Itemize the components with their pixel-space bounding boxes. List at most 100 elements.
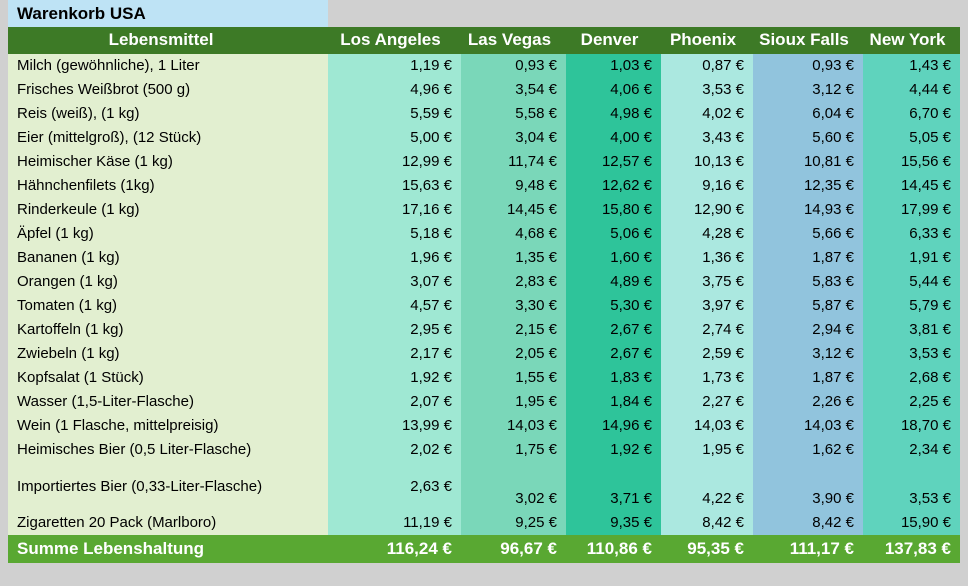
spreadsheet-area: Warenkorb USA Lebensmittel Los Angeles L… xyxy=(8,0,960,563)
price-cell-new-york: 1,91 € xyxy=(863,246,960,270)
price-cell-denver: 2,67 € xyxy=(566,318,661,342)
price-cell-denver: 4,89 € xyxy=(566,270,661,294)
summary-row: Summe Lebenshaltung 116,24 € 96,67 € 110… xyxy=(8,535,960,563)
price-cell-las-vegas: 3,54 € xyxy=(461,78,566,102)
price-cell-los-angeles: 3,07 € xyxy=(328,270,461,294)
price-cell-denver: 1,92 € xyxy=(566,438,661,462)
price-cell-los-angeles: 2,95 € xyxy=(328,318,461,342)
price-cell-new-york: 3,53 € xyxy=(863,342,960,366)
column-header-las-vegas[interactable]: Las Vegas xyxy=(461,27,566,54)
table-footer: Summe Lebenshaltung 116,24 € 96,67 € 110… xyxy=(8,535,960,563)
price-cell-new-york: 15,90 € xyxy=(863,511,960,535)
summary-total-los-angeles: 116,24 € xyxy=(328,535,461,563)
price-cell-new-york: 4,44 € xyxy=(863,78,960,102)
price-cell-phoenix: 2,74 € xyxy=(661,318,753,342)
price-cell-las-vegas: 14,45 € xyxy=(461,198,566,222)
price-cell-denver: 5,30 € xyxy=(566,294,661,318)
table-row: Heimisches Bier (0,5 Liter-Flasche) 2,02 … xyxy=(8,438,960,462)
price-cell-new-york: 2,34 € xyxy=(863,438,960,462)
item-name-cell: Zwiebeln (1 kg) xyxy=(8,342,328,366)
column-header-sioux-falls[interactable]: Sioux Falls xyxy=(753,27,863,54)
column-header-los-angeles[interactable]: Los Angeles xyxy=(328,27,461,54)
price-cell-los-angeles: 2,02 € xyxy=(328,438,461,462)
price-cell-denver: 3,71 € xyxy=(566,462,661,511)
price-cell-las-vegas: 14,03 € xyxy=(461,414,566,438)
item-name-cell: Zigaretten 20 Pack (Marlboro) xyxy=(8,511,328,535)
price-cell-las-vegas: 3,30 € xyxy=(461,294,566,318)
price-cell-sioux-falls: 3,12 € xyxy=(753,78,863,102)
price-cell-los-angeles: 12,99 € xyxy=(328,150,461,174)
item-name-cell: Eier (mittelgroß), (12 Stück) xyxy=(8,126,328,150)
item-name-cell: Rinderkeule (1 kg) xyxy=(8,198,328,222)
price-cell-phoenix: 0,87 € xyxy=(661,54,753,78)
price-cell-phoenix: 9,16 € xyxy=(661,174,753,198)
price-cell-new-york: 6,70 € xyxy=(863,102,960,126)
price-cell-sioux-falls: 2,26 € xyxy=(753,390,863,414)
item-name-cell: Kopfsalat (1 Stück) xyxy=(8,366,328,390)
price-cell-los-angeles: 13,99 € xyxy=(328,414,461,438)
price-cell-las-vegas: 11,74 € xyxy=(461,150,566,174)
table-body: Milch (gewöhnliche), 1 Liter 1,19 €0,93 €… xyxy=(8,54,960,535)
price-cell-phoenix: 10,13 € xyxy=(661,150,753,174)
price-cell-sioux-falls: 14,93 € xyxy=(753,198,863,222)
price-cell-los-angeles: 2,17 € xyxy=(328,342,461,366)
item-name-cell: Tomaten (1 kg) xyxy=(8,294,328,318)
price-cell-los-angeles: 17,16 € xyxy=(328,198,461,222)
price-cell-sioux-falls: 10,81 € xyxy=(753,150,863,174)
price-cell-las-vegas: 0,93 € xyxy=(461,54,566,78)
price-cell-sioux-falls: 8,42 € xyxy=(753,511,863,535)
price-cell-new-york: 2,25 € xyxy=(863,390,960,414)
price-cell-phoenix: 14,03 € xyxy=(661,414,753,438)
table-row: Kopfsalat (1 Stück) 1,92 €1,55 €1,83 €1,7… xyxy=(8,366,960,390)
price-cell-sioux-falls: 2,94 € xyxy=(753,318,863,342)
price-cell-sioux-falls: 5,83 € xyxy=(753,270,863,294)
item-name-cell: Heimisches Bier (0,5 Liter-Flasche) xyxy=(8,438,328,462)
price-cell-las-vegas: 1,95 € xyxy=(461,390,566,414)
item-name-cell: Reis (weiß), (1 kg) xyxy=(8,102,328,126)
item-name-cell: Milch (gewöhnliche), 1 Liter xyxy=(8,54,328,78)
price-cell-new-york: 5,05 € xyxy=(863,126,960,150)
column-header-item[interactable]: Lebensmittel xyxy=(8,27,328,54)
screenshot-root: Warenkorb USA Lebensmittel Los Angeles L… xyxy=(0,0,968,586)
price-cell-denver: 1,83 € xyxy=(566,366,661,390)
price-cell-new-york: 3,53 € xyxy=(863,462,960,511)
item-name-cell: Äpfel (1 kg) xyxy=(8,222,328,246)
price-cell-phoenix: 4,22 € xyxy=(661,462,753,511)
price-cell-denver: 4,00 € xyxy=(566,126,661,150)
column-header-denver[interactable]: Denver xyxy=(566,27,661,54)
summary-total-phoenix: 95,35 € xyxy=(661,535,753,563)
price-cell-sioux-falls: 12,35 € xyxy=(753,174,863,198)
price-cell-phoenix: 1,36 € xyxy=(661,246,753,270)
table-row: Hähnchenfilets (1kg) 15,63 €9,48 €12,62 €… xyxy=(8,174,960,198)
price-cell-los-angeles: 5,59 € xyxy=(328,102,461,126)
column-header-new-york[interactable]: New York xyxy=(863,27,960,54)
price-cell-new-york: 5,44 € xyxy=(863,270,960,294)
sheet-title-bar: Warenkorb USA xyxy=(8,0,328,27)
price-cell-new-york: 14,45 € xyxy=(863,174,960,198)
price-cell-sioux-falls: 5,66 € xyxy=(753,222,863,246)
price-cell-denver: 4,06 € xyxy=(566,78,661,102)
price-cell-los-angeles: 5,00 € xyxy=(328,126,461,150)
price-cell-new-york: 6,33 € xyxy=(863,222,960,246)
header-row: Lebensmittel Los Angeles Las Vegas Denve… xyxy=(8,27,960,54)
column-header-phoenix[interactable]: Phoenix xyxy=(661,27,753,54)
price-cell-sioux-falls: 1,87 € xyxy=(753,246,863,270)
table-row: Orangen (1 kg) 3,07 €2,83 €4,89 €3,75 €5,… xyxy=(8,270,960,294)
summary-label: Summe Lebenshaltung xyxy=(8,535,328,563)
price-cell-las-vegas: 5,58 € xyxy=(461,102,566,126)
table-row: Frisches Weißbrot (500 g) 4,96 €3,54 €4,0… xyxy=(8,78,960,102)
price-cell-sioux-falls: 14,03 € xyxy=(753,414,863,438)
price-cell-new-york: 15,56 € xyxy=(863,150,960,174)
price-cell-phoenix: 8,42 € xyxy=(661,511,753,535)
table-row: Wein (1 Flasche, mittelpreisig) 13,99 €14… xyxy=(8,414,960,438)
summary-total-sioux-falls: 111,17 € xyxy=(753,535,863,563)
price-cell-los-angeles: 1,19 € xyxy=(328,54,461,78)
price-cell-phoenix: 1,73 € xyxy=(661,366,753,390)
price-cell-sioux-falls: 0,93 € xyxy=(753,54,863,78)
price-cell-los-angeles: 5,18 € xyxy=(328,222,461,246)
price-cell-los-angeles: 1,96 € xyxy=(328,246,461,270)
price-cell-new-york: 2,68 € xyxy=(863,366,960,390)
table-header: Lebensmittel Los Angeles Las Vegas Denve… xyxy=(8,27,960,54)
price-cell-sioux-falls: 3,12 € xyxy=(753,342,863,366)
price-cell-denver: 4,98 € xyxy=(566,102,661,126)
